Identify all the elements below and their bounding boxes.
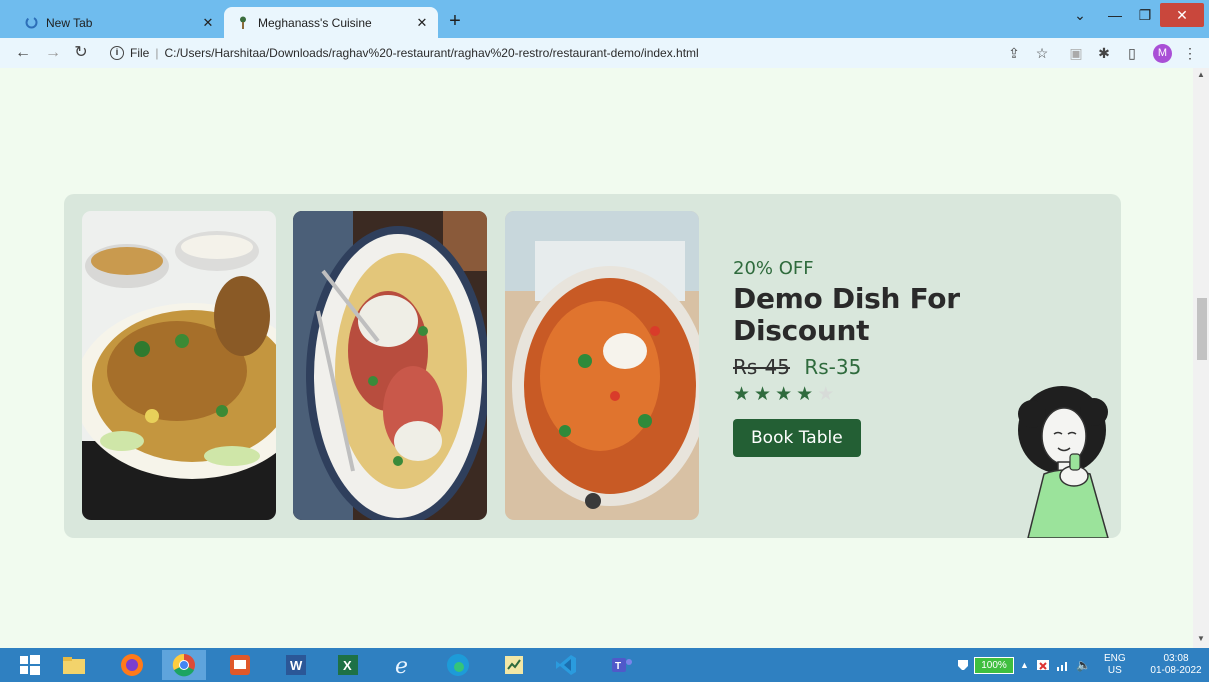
info-icon[interactable]: i <box>110 46 124 60</box>
restore-window-icon[interactable]: ❐ <box>1130 0 1160 30</box>
svg-text:W: W <box>290 658 303 673</box>
sticky-notes-icon[interactable] <box>492 650 536 680</box>
vscode-icon[interactable] <box>544 650 588 680</box>
reload-icon[interactable]: ↻ <box>70 42 92 64</box>
divider: | <box>155 46 159 60</box>
minimize-icon[interactable]: — <box>1100 0 1130 30</box>
svg-text:T: T <box>615 661 621 672</box>
battery-indicator[interactable]: 100% <box>974 657 1014 674</box>
star-icon: ★ <box>733 383 755 405</box>
svg-text:X: X <box>343 658 352 673</box>
book-table-button[interactable]: Book Table <box>733 419 861 457</box>
rating-stars: ★★★★★ <box>733 383 1023 405</box>
scroll-thumb[interactable] <box>1197 298 1207 360</box>
clock-date: 01-08-2022 <box>1150 665 1202 676</box>
tray-expand-chevron-icon[interactable]: ▲ <box>1020 648 1029 682</box>
tab-label: Meghanass's Cuisine <box>258 15 372 30</box>
bookmark-star-icon[interactable]: ☆ <box>1032 43 1052 63</box>
dish-title: Demo Dish For Discount <box>733 282 960 347</box>
volume-icon[interactable]: 🔈 <box>1076 648 1091 682</box>
site-favicon-icon <box>236 16 250 30</box>
scroll-up-arrow-icon[interactable]: ▲ <box>1193 70 1209 82</box>
new-tab-favicon-icon <box>24 16 38 30</box>
close-tab-icon[interactable]: ✕ <box>412 15 432 31</box>
star-icon: ★ <box>775 383 797 405</box>
screen-capture-app-icon[interactable] <box>218 650 262 680</box>
old-price: Rs-45 <box>733 355 790 379</box>
biryani-image <box>82 211 276 520</box>
loaded-fries-image <box>293 211 487 520</box>
star-empty-icon: ★ <box>817 383 839 405</box>
firefox-icon[interactable] <box>110 650 154 680</box>
address-bar[interactable]: i File | C:/Users/Harshitaa/Downloads/ra… <box>100 41 1060 65</box>
keyboard-region: US <box>1107 665 1122 676</box>
excel-icon[interactable]: X <box>326 650 370 680</box>
forward-arrow-icon[interactable]: → <box>42 42 64 64</box>
page-scrollbar[interactable]: ▲ ▼ <box>1193 68 1209 648</box>
tab-label: New Tab <box>46 15 93 30</box>
svg-text:e: e <box>395 654 408 677</box>
star-icon: ★ <box>754 383 776 405</box>
windows-start-icon[interactable] <box>8 650 52 680</box>
power-plug-icon[interactable] <box>955 648 971 682</box>
discount-label: 20% OFF <box>733 258 814 279</box>
price-row: Rs-45 Rs-35 <box>733 355 1023 379</box>
windows-taskbar: W X e T ▲ 🔈 ENG US 03:08 01-08-2022 <box>0 648 1209 682</box>
language-indicator[interactable]: ENG US <box>1104 648 1126 682</box>
network-warning-icon[interactable] <box>1036 648 1050 682</box>
url-text: C:/Users/Harshitaa/Downloads/raghav%20-r… <box>164 46 699 60</box>
clock-time: 03:08 <box>1163 653 1189 664</box>
extension-icon[interactable]: ▣ <box>1066 43 1086 63</box>
side-panel-icon[interactable]: ▯ <box>1122 43 1142 63</box>
word-icon[interactable]: W <box>274 650 318 680</box>
promo-details: 20% OFF Demo Dish For Discount Rs-45 Rs-… <box>733 258 1023 457</box>
tab-new-tab[interactable]: New Tab ✕ <box>12 7 224 38</box>
page-viewport: 20% OFF Demo Dish For Discount Rs-45 Rs-… <box>0 68 1193 648</box>
woman-eating-illustration <box>1014 384 1121 539</box>
teams-icon[interactable]: T <box>600 650 644 680</box>
chrome-icon[interactable] <box>162 650 206 680</box>
new-price: Rs-35 <box>804 355 862 379</box>
back-arrow-icon[interactable]: ← <box>12 42 34 64</box>
tab-search-chevron-icon[interactable]: ⌄ <box>1066 0 1094 30</box>
sweet-potato-fries-image <box>505 211 699 520</box>
new-tab-plus-icon[interactable]: + <box>444 11 466 33</box>
tab-meghanass-cuisine[interactable]: Meghanass's Cuisine ✕ <box>224 7 438 38</box>
internet-explorer-icon[interactable]: e <box>382 650 426 680</box>
star-icon: ★ <box>796 383 818 405</box>
close-tab-icon[interactable]: ✕ <box>198 15 218 31</box>
signal-bars-icon[interactable] <box>1056 648 1070 682</box>
language-code: ENG <box>1104 653 1126 664</box>
scroll-down-arrow-icon[interactable]: ▼ <box>1193 634 1209 646</box>
browser-toolbar: ← → ↻ i File | C:/Users/Harshitaa/Downlo… <box>0 38 1209 68</box>
edge-icon[interactable] <box>436 650 480 680</box>
kebab-menu-icon[interactable]: ⋮ <box>1180 43 1200 63</box>
scheme-label: File <box>130 46 150 60</box>
file-explorer-icon[interactable] <box>52 650 96 680</box>
share-icon[interactable]: ⇪ <box>1004 43 1024 63</box>
clock[interactable]: 03:08 01-08-2022 <box>1148 648 1204 682</box>
browser-title-bar: New Tab ✕ Meghanass's Cuisine ✕ + ⌄ — ❐ … <box>0 0 1209 38</box>
promo-card: 20% OFF Demo Dish For Discount Rs-45 Rs-… <box>64 194 1121 539</box>
puzzle-extensions-icon[interactable]: ✱ <box>1094 43 1114 63</box>
profile-avatar[interactable]: M <box>1153 44 1172 63</box>
close-window-icon[interactable]: ✕ <box>1160 3 1204 27</box>
